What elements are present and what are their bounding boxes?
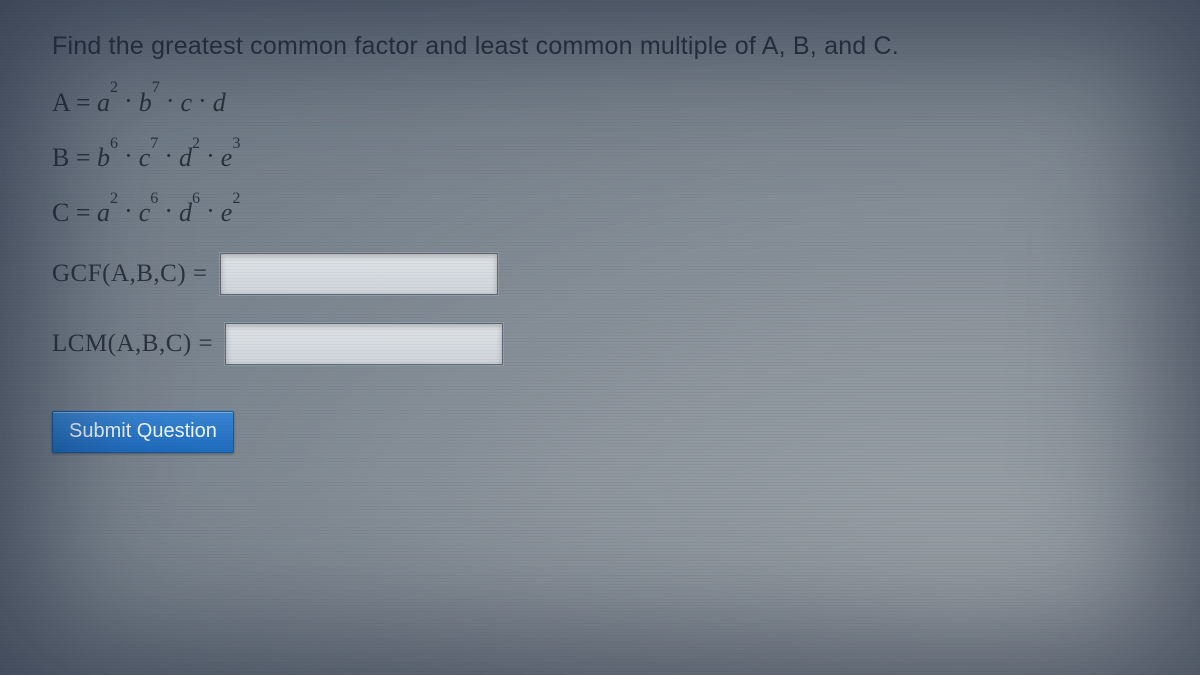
expression-B-label: B bbox=[52, 143, 69, 172]
expression-C: C = a2·c6·d6·e2 bbox=[52, 197, 1148, 228]
submit-button[interactable]: Submit Question bbox=[52, 411, 234, 453]
lcm-input[interactable] bbox=[225, 323, 503, 365]
question-prompt: Find the greatest common factor and leas… bbox=[52, 32, 1148, 61]
gcf-input[interactable] bbox=[220, 253, 498, 295]
gcf-label: GCF(A,B,C) = bbox=[52, 260, 208, 288]
expression-A-label: A bbox=[52, 88, 69, 117]
expression-B: B = b6·c7·d2·e3 bbox=[52, 142, 1148, 173]
lcm-label: LCM(A,B,C) = bbox=[52, 330, 213, 358]
expression-C-label: C bbox=[52, 198, 69, 227]
expression-A: A = a2·b7·c·d bbox=[52, 87, 1148, 118]
